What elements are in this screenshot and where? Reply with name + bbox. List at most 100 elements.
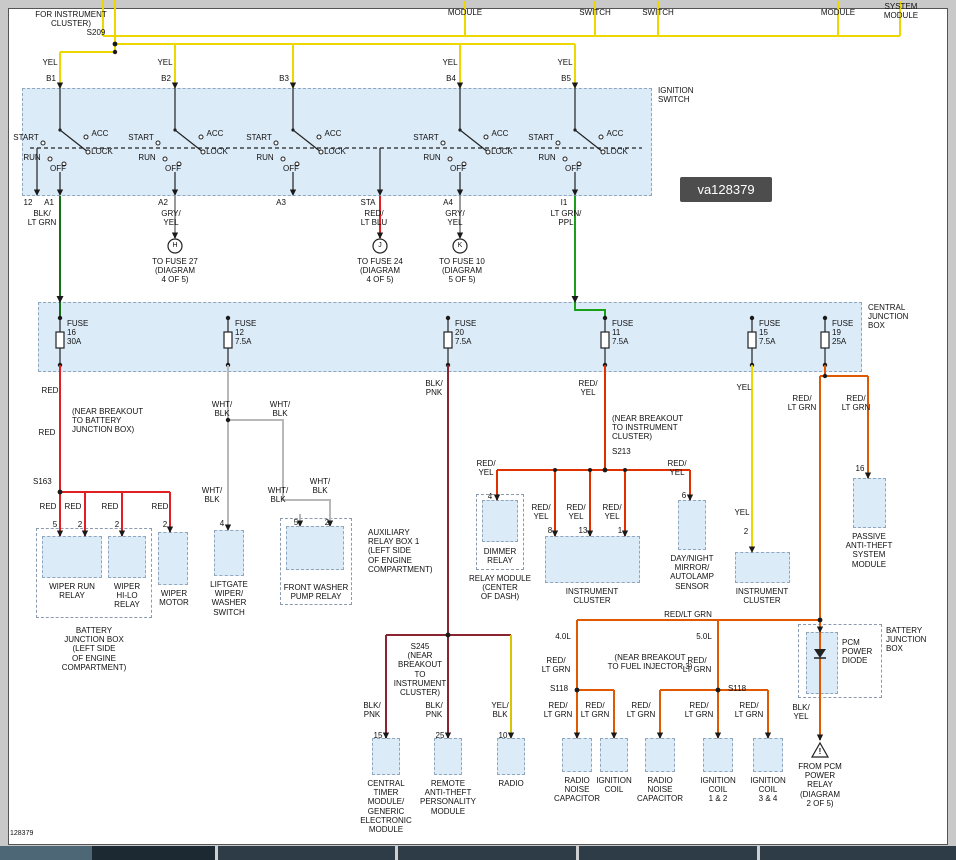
switch-contacts xyxy=(41,135,605,166)
switch5-run: RUN xyxy=(538,153,555,162)
connector-h: H xyxy=(172,242,177,250)
switch1-off: OFF xyxy=(50,164,66,173)
wire-label-red-lt-grn-7: RED/ LT GRN xyxy=(627,701,656,719)
engine-4-0l-label: 4.0L xyxy=(555,632,571,641)
splice-s118b-dot xyxy=(716,688,721,693)
switch5-off: OFF xyxy=(565,164,581,173)
switch4-run: RUN xyxy=(423,153,440,162)
splice-s245-label: S245 (NEAR BREAKOUT TO INSTRUMENT CLUSTE… xyxy=(394,642,446,697)
splice-s163-label: S163 xyxy=(33,477,52,486)
taskbar-segment-6[interactable] xyxy=(760,846,956,860)
wire-label-blk-lt-grn: BLK/ LT GRN xyxy=(28,209,57,227)
page-number: 128379 xyxy=(10,830,33,837)
fuse-16-label: FUSE 16 30A xyxy=(67,319,88,347)
terminal-a3: A3 xyxy=(276,198,286,207)
radio-noise-capacitor2-label: RADIO NOISE CAPACITOR xyxy=(637,776,683,804)
terminal-a4: A4 xyxy=(443,198,453,207)
pin-rat-25: 25 xyxy=(436,731,445,740)
cjb-entry-arrow-1 xyxy=(57,296,64,303)
wire-label-red-6: RED xyxy=(152,502,169,511)
pcm-power-diode-label: PCM POWER DIODE xyxy=(842,638,872,666)
dest-fuse-10: TO FUSE 10 (DIAGRAM 5 OF 5) xyxy=(439,257,485,285)
switch2-start: START xyxy=(128,133,153,142)
label-system-module: SYSTEM MODULE xyxy=(884,2,918,20)
pin-ic-13: 13 xyxy=(579,526,588,535)
wire-label-wht-blk-5: WHT/ BLK xyxy=(310,477,330,495)
wire-label-red-yel-ic1: RED/ YEL xyxy=(602,503,621,521)
wire-label-red-4: RED xyxy=(65,502,82,511)
wire-label-red-lt-grn-8: RED/ LT GRN xyxy=(685,701,714,719)
pin-dimmer-4: 4 xyxy=(488,492,492,501)
fuse-12-label: FUSE 12 7.5A xyxy=(235,319,256,347)
switch5-start: START xyxy=(528,133,553,142)
wire-label-blk-yel: BLK/ YEL xyxy=(792,703,809,721)
terminal-b3: B3 xyxy=(279,74,289,83)
taskbar-segment-2[interactable] xyxy=(92,846,215,860)
ignition-coil-label: IGNITION COIL xyxy=(596,776,632,794)
fuse-19-label: FUSE 19 25A xyxy=(832,319,853,347)
taskbar-segment-4[interactable] xyxy=(398,846,576,860)
pin-wiper-run-2: 2 xyxy=(78,520,82,529)
cjb-title: CENTRAL JUNCTION BOX xyxy=(868,303,908,331)
wire-label-red-lt-grn-9: RED/ LT GRN xyxy=(735,701,764,719)
switch1-acc: ACC xyxy=(92,129,109,138)
daynight-sensor-label: DAY/NIGHT MIRROR/ AUTOLAMP SENSOR xyxy=(670,554,714,591)
diode-symbol xyxy=(814,649,826,658)
taskbar xyxy=(0,846,956,860)
switch5-acc: ACC xyxy=(607,129,624,138)
switch5-lock: LOCK xyxy=(606,147,628,156)
fuse-terminal-dots xyxy=(58,316,827,367)
taskbar-segment-5[interactable] xyxy=(579,846,757,860)
pin-radio-10: 10 xyxy=(499,731,508,740)
terminal-12: 12 xyxy=(24,198,33,207)
near-breakout-fuel-injector: (NEAR BREAKOUT TO FUEL INJECTOR 3) xyxy=(608,653,693,671)
instrument-cluster2-label: INSTRUMENT CLUSTER xyxy=(736,587,788,605)
wire-label-red-lt-grn-5: RED/ LT GRN xyxy=(544,701,573,719)
splice-s118b-label: S118 xyxy=(728,684,746,693)
fuse-15-label: FUSE 15 7.5A xyxy=(759,319,780,347)
wiper-run-relay-label: WIPER RUN RELAY xyxy=(49,582,95,600)
yel-label-b4: YEL xyxy=(442,58,457,67)
splice-s245-dot xyxy=(446,633,451,638)
switch2-acc: ACC xyxy=(207,129,224,138)
pin-sensor-6: 6 xyxy=(682,491,686,500)
switch2-lock: LOCK xyxy=(206,147,228,156)
switch4-acc: ACC xyxy=(492,129,509,138)
wire-label-red-1: RED xyxy=(42,386,59,395)
taskbar-segment-3[interactable] xyxy=(218,846,395,860)
battery-junction-box-label: BATTERY JUNCTION BOX (LEFT SIDE OF ENGIN… xyxy=(62,626,127,672)
switch3-off: OFF xyxy=(283,164,299,173)
dest-fuse-24: TO FUSE 24 (DIAGRAM 4 OF 5) xyxy=(357,257,403,285)
wiper-hilo-relay-label: WIPER HI-LO RELAY xyxy=(114,582,140,610)
dest-fuse-27: TO FUSE 27 (DIAGRAM 4 OF 5) xyxy=(152,257,198,285)
wire-label-gry-yel-1: GRY/ YEL xyxy=(161,209,180,227)
connector-j: J xyxy=(378,242,382,250)
front-washer-relay-label: FRONT WASHER PUMP RELAY xyxy=(284,583,348,601)
fuse-symbols xyxy=(56,318,829,365)
pin-wiper-hilo-2: 2 xyxy=(115,520,119,529)
wire-label-wht-blk-2: WHT/ BLK xyxy=(270,400,290,418)
aux-relay-box-label: AUXILIARY RELAY BOX 1 (LEFT SIDE OF ENGI… xyxy=(368,528,433,574)
switch3-run: RUN xyxy=(256,153,273,162)
label-switch-top-2: SWITCH xyxy=(642,8,674,17)
wiring-svg xyxy=(0,0,956,860)
taskbar-segment-1[interactable] xyxy=(0,846,92,860)
pin-washer-5: 5 xyxy=(294,518,298,527)
wire-label-yel-main: YEL xyxy=(736,383,751,392)
pin-ic2-2: 2 xyxy=(744,527,748,536)
connector-circles xyxy=(168,239,467,253)
wire-label-wht-blk-4: WHT/ BLK xyxy=(268,486,288,504)
terminal-b4: B4 xyxy=(446,74,456,83)
switch3-start: START xyxy=(246,133,271,142)
wire-label-red-lt-blu: RED/ LT BLU xyxy=(361,209,387,227)
wire-label-wht-blk-3: WHT/ BLK xyxy=(202,486,222,504)
terminal-sta: STA xyxy=(361,198,376,207)
wire-label-red-3: RED xyxy=(40,502,57,511)
central-timer-module-label: CENTRAL TIMER MODULE/ GENERIC ELECTRONIC… xyxy=(360,779,412,834)
wire-label-red-yel-dimmer: RED/ YEL xyxy=(476,459,495,477)
wire-label-red-yel-ic13: RED/ YEL xyxy=(566,503,585,521)
pin-ic-8: 8 xyxy=(548,526,552,535)
dimmer-relay-label: DIMMER RELAY xyxy=(484,547,516,565)
label-s209: S209 xyxy=(87,28,106,37)
switch4-start: START xyxy=(413,133,438,142)
